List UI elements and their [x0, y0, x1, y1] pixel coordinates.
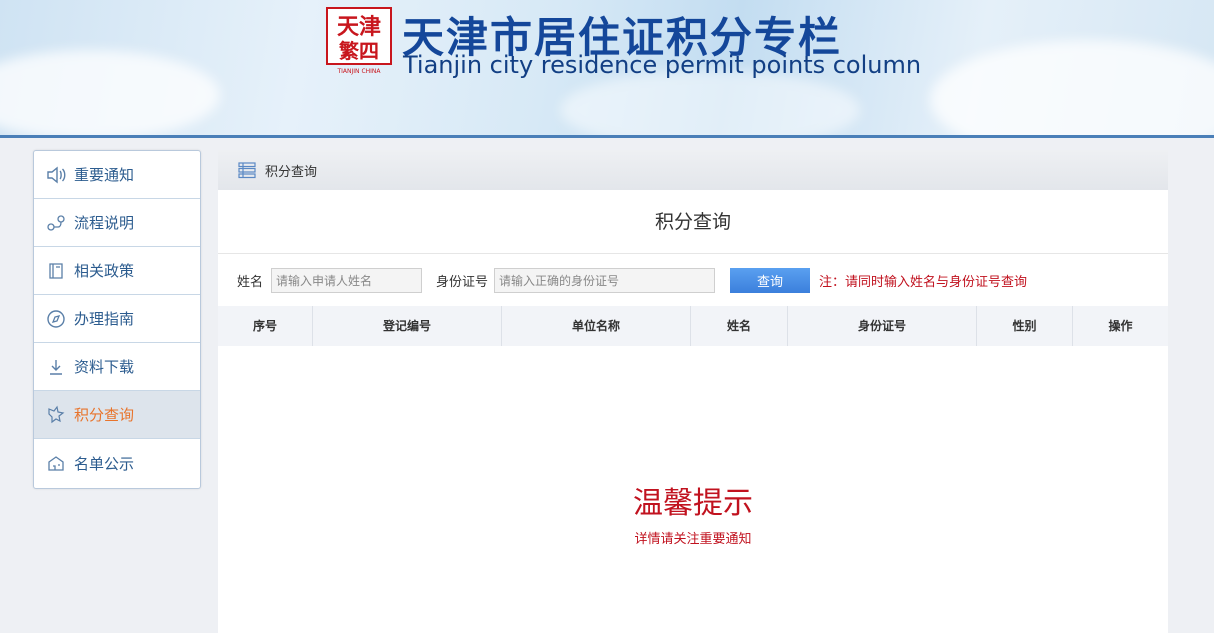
cloud-decoration — [0, 50, 220, 135]
name-label: 姓名 — [237, 275, 264, 290]
sidebar-item-label: 办理指南 — [74, 310, 135, 328]
tip-title: 温馨提示 — [633, 486, 753, 521]
header-divider — [0, 135, 1214, 138]
sidebar-item-process[interactable]: 流程说明 — [34, 199, 200, 247]
page-title: 积分查询 — [218, 190, 1168, 254]
building-icon — [46, 453, 66, 473]
flow-icon — [46, 213, 66, 233]
policy-icon — [46, 261, 66, 281]
breadcrumb: 积分查询 — [218, 150, 1168, 190]
download-icon — [46, 357, 66, 377]
column-header: 身份证号 — [788, 306, 977, 346]
sidebar-item-label: 积分查询 — [74, 406, 135, 424]
sidebar-item-label: 流程说明 — [74, 214, 135, 232]
sidebar-item-policy[interactable]: 相关政策 — [34, 247, 200, 295]
header-banner: 天津 繁四 TIANJIN CHINA 天津市居住证积分专栏 Tianjin c… — [0, 0, 1214, 135]
compass-icon — [46, 309, 66, 329]
column-header: 序号 — [218, 306, 313, 346]
site-title-en: Tianjin city residence permit points col… — [403, 51, 922, 79]
column-header: 单位名称 — [502, 306, 691, 346]
column-header: 登记编号 — [313, 306, 502, 346]
id-number-label: 身份证号 — [436, 275, 489, 290]
sidebar-item-label: 名单公示 — [74, 454, 135, 473]
results-table-header: 序号 登记编号 单位名称 姓名 身份证号 性别 操作 — [218, 306, 1168, 346]
sidebar-item-label: 资料下载 — [74, 358, 135, 376]
column-header: 性别 — [977, 306, 1073, 346]
speaker-icon — [46, 165, 66, 185]
logo-text-mid: 繁四 — [339, 39, 379, 63]
sidebar-item-points-query[interactable]: 积分查询 — [34, 391, 200, 439]
query-icon — [46, 405, 66, 425]
sidebar-item-label: 重要通知 — [74, 166, 135, 184]
sidebar-item-download[interactable]: 资料下载 — [34, 343, 200, 391]
cloud-decoration — [560, 70, 860, 135]
sidebar-item-guide[interactable]: 办理指南 — [34, 295, 200, 343]
sidebar-item-publicity[interactable]: 名单公示 — [34, 439, 200, 487]
sidebar-item-notice[interactable]: 重要通知 — [34, 151, 200, 199]
tip-subtitle: 详情请关注重要通知 — [634, 532, 752, 547]
name-input[interactable] — [271, 268, 422, 293]
list-icon — [238, 162, 256, 179]
breadcrumb-label: 积分查询 — [265, 164, 318, 180]
logo-text-bottom: TIANJIN CHINA — [336, 68, 381, 75]
query-button[interactable]: 查询 — [730, 268, 810, 293]
cloud-decoration — [930, 40, 1214, 135]
logo-text-top: 天津 — [337, 14, 381, 40]
search-note: 注：请同时输入姓名与身份证号查询 — [819, 275, 1028, 290]
id-number-input[interactable] — [494, 268, 715, 293]
column-header: 操作 — [1108, 319, 1133, 333]
tianjin-seal-logo-icon: 天津 繁四 TIANJIN CHINA — [326, 7, 392, 75]
column-header: 姓名 — [691, 306, 788, 346]
search-form: 姓名 身份证号 查询 注：请同时输入姓名与身份证号查询 — [218, 254, 1168, 306]
sidebar-nav: 重要通知 流程说明 相关政策 办理指南 资料下载 积分查询 名单公示 — [33, 150, 201, 489]
main-panel: 积分查询 积分查询 姓名 身份证号 查询 注：请同时输入姓名与身份证号查询 序号… — [218, 150, 1168, 633]
sidebar-item-label: 相关政策 — [74, 262, 135, 280]
